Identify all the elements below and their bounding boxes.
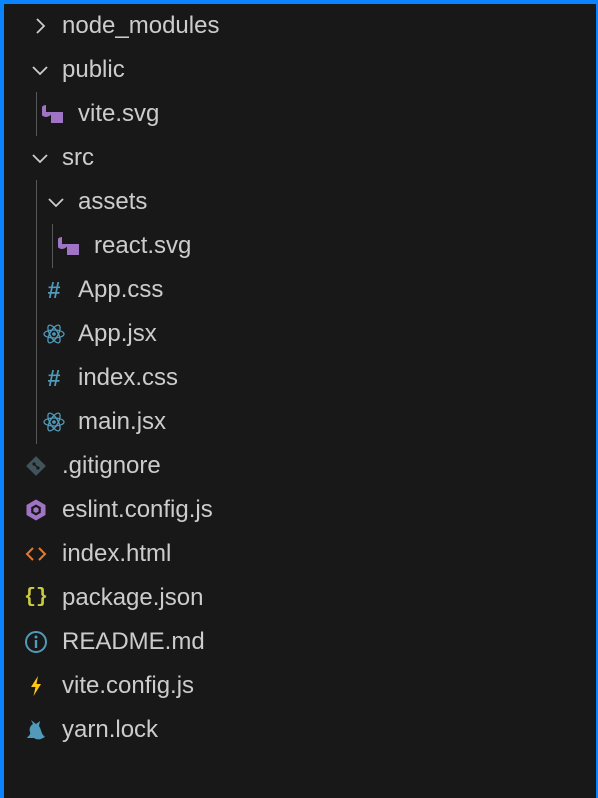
json-icon: {} <box>24 586 49 609</box>
eslint-icon <box>24 498 48 522</box>
tree-item-index-css[interactable]: # index.css <box>4 356 596 400</box>
tree-item-label: eslint.config.js <box>62 496 213 523</box>
tree-item-gitignore[interactable]: .gitignore <box>4 444 596 488</box>
tree-item-vite-config[interactable]: vite.config.js <box>4 664 596 708</box>
tree-item-label: index.css <box>78 364 179 391</box>
info-icon <box>24 630 48 654</box>
html-icon <box>24 542 48 566</box>
yarn-icon <box>24 718 48 742</box>
tree-item-label: vite.config.js <box>62 672 195 699</box>
tree-item-main-jsx[interactable]: main.jsx <box>4 400 596 444</box>
tree-item-label: index.html <box>62 540 172 567</box>
tree-item-label: .gitignore <box>62 452 161 479</box>
tree-item-eslint-config[interactable]: eslint.config.js <box>4 488 596 532</box>
tree-item-src[interactable]: src <box>4 136 596 180</box>
file-tree: node_modules public vite.svg src assets … <box>4 4 596 798</box>
tree-item-yarn-lock[interactable]: yarn.lock <box>4 708 596 752</box>
tree-item-label: vite.svg <box>78 100 160 127</box>
tree-item-label: assets <box>78 188 148 215</box>
tree-item-label: App.css <box>78 276 164 303</box>
chevron-right-icon <box>28 14 52 38</box>
tree-item-label: main.jsx <box>78 408 167 435</box>
tree-item-node-modules[interactable]: node_modules <box>4 4 596 48</box>
tree-item-app-css[interactable]: # App.css <box>4 268 596 312</box>
tree-item-public[interactable]: public <box>4 48 596 92</box>
css-file-icon: # <box>47 365 61 391</box>
svg-file-icon <box>58 234 82 258</box>
tree-item-assets[interactable]: assets <box>4 180 596 224</box>
tree-item-label: public <box>62 56 125 83</box>
chevron-down-icon <box>28 146 52 170</box>
tree-item-app-jsx[interactable]: App.jsx <box>4 312 596 356</box>
tree-item-label: package.json <box>62 584 204 611</box>
tree-item-label: react.svg <box>94 232 192 259</box>
css-file-icon: # <box>47 277 61 303</box>
tree-item-index-html[interactable]: index.html <box>4 532 596 576</box>
tree-item-label: App.jsx <box>78 320 157 347</box>
tree-item-readme[interactable]: README.md <box>4 620 596 664</box>
chevron-down-icon <box>44 190 68 214</box>
react-file-icon <box>42 322 66 346</box>
tree-item-label: src <box>62 144 94 171</box>
tree-item-vite-svg[interactable]: vite.svg <box>4 92 596 136</box>
git-icon <box>24 454 48 478</box>
vite-icon <box>24 674 48 698</box>
chevron-down-icon <box>28 58 52 82</box>
tree-item-package-json[interactable]: {} package.json <box>4 576 596 620</box>
explorer-panel: node_modules public vite.svg src assets … <box>0 0 598 798</box>
tree-item-label: README.md <box>62 628 205 655</box>
tree-item-label: node_modules <box>62 12 220 39</box>
tree-item-label: yarn.lock <box>62 716 159 743</box>
svg-file-icon <box>42 102 66 126</box>
react-file-icon <box>42 410 66 434</box>
tree-item-react-svg[interactable]: react.svg <box>4 224 596 268</box>
